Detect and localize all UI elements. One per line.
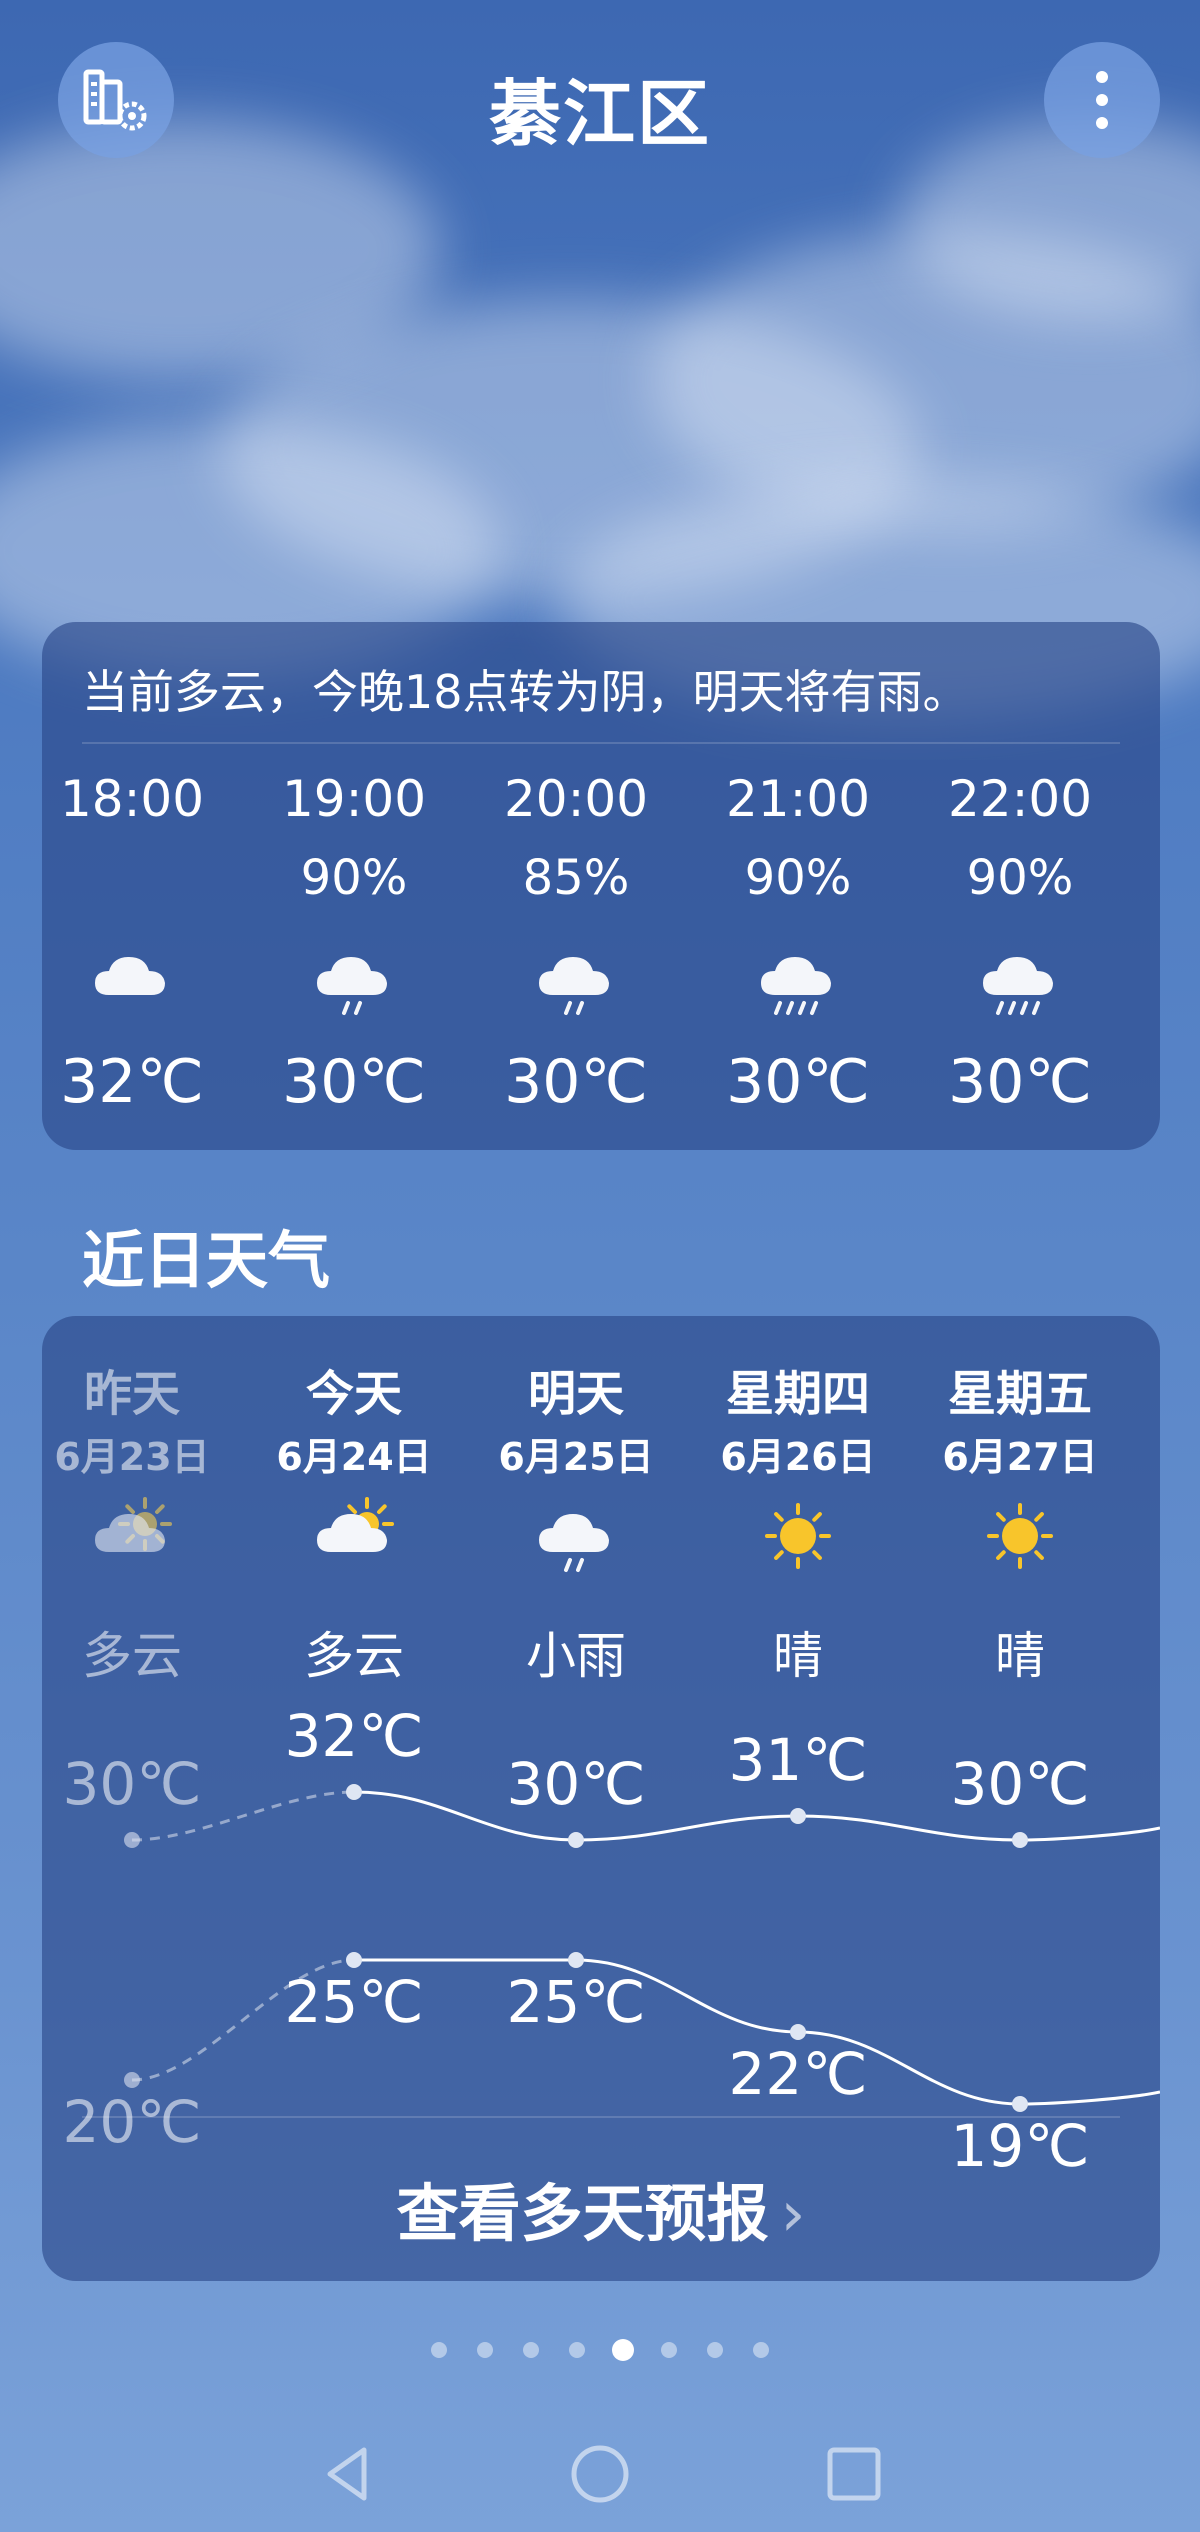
moderate-rain-icon [975,937,1065,1017]
hour-time: 19:00 [281,770,427,828]
rain-probability: 90% [744,850,852,906]
light-rain-icon [531,937,621,1017]
chevron-right-icon: › [780,2177,806,2250]
system-navigation-bar [0,2420,1200,2532]
page-dot[interactable] [431,2342,447,2358]
recents-square-icon[interactable] [822,2442,886,2506]
page-dot[interactable] [569,2342,585,2358]
hourly-forecast-card[interactable]: 当前多云，今晚18点转为阴，明天将有雨。 18:00 32℃ 19:00 90%… [42,622,1160,1150]
rain-probability: 90% [966,850,1074,906]
back-triangle-icon[interactable] [316,2442,380,2506]
divider [82,2116,1120,2118]
view-multi-day-forecast-button[interactable]: 查看多天预报 › [42,2163,1160,2253]
hour-temperature: 30℃ [282,1047,426,1117]
low_val-temp-label: 25℃ [506,1968,646,2036]
more-options-button[interactable] [1044,42,1160,158]
high_val-point [790,1808,806,1824]
high_val-temp-label: 30℃ [950,1750,1090,1818]
view-more-label: 查看多天预报 [396,2177,769,2250]
high_val-point [124,1832,140,1848]
low_val-point [790,2024,806,2040]
hour-time: 20:00 [503,770,649,828]
weather-summary: 当前多云，今晚18点转为阴，明天将有雨。 [82,665,969,719]
low_val-temp-label: 22℃ [728,2040,868,2108]
high_val-point [568,1832,584,1848]
high_val-temp-label: 30℃ [62,1750,202,1818]
high_val-point [1012,1832,1028,1848]
hour-temperature: 30℃ [504,1047,648,1117]
city-title[interactable]: 綦江区 [0,55,1200,160]
moderate-rain-icon [753,937,843,1017]
recent-weather-title: 近日天气 [82,1224,331,1297]
high_val-point [346,1784,362,1800]
page-dot[interactable] [707,2342,723,2358]
page-dot[interactable] [612,2339,634,2361]
page-dot[interactable] [753,2342,769,2358]
more-vertical-icon [1096,71,1108,129]
high_val-temp-label: 32℃ [284,1702,424,1770]
low_val-point [346,1952,362,1968]
hour-time: 18:00 [59,770,205,828]
low_val-point [124,2072,140,2088]
high_val-temp-label: 31℃ [728,1726,868,1794]
hour-temperature: 32℃ [60,1047,204,1117]
rain-probability: 85% [522,850,630,906]
hour-time: 21:00 [725,770,871,828]
page-dot[interactable] [661,2342,677,2358]
low_val-point [568,1952,584,1968]
city-page-indicator [0,2339,1200,2372]
rain-probability: 90% [300,850,408,906]
header: 綦江区 [0,0,1200,210]
cloudy-icon [87,937,177,1017]
low_val-temp-label: 20℃ [62,2088,202,2156]
daily-forecast-card: 昨天 6月23日 多云 今天 6月24日 多云 明天 6月25日 小雨 星期四 … [42,1316,1160,2281]
low_val-temp-label: 25℃ [284,1968,424,2036]
high_val-temp-label: 30℃ [506,1750,646,1818]
home-circle-icon[interactable] [568,2442,632,2506]
page-dot[interactable] [523,2342,539,2358]
low_val-point [1012,2096,1028,2112]
hour-time: 22:00 [947,770,1093,828]
hour-temperature: 30℃ [948,1047,1092,1117]
light-rain-icon [309,937,399,1017]
page-dot[interactable] [477,2342,493,2358]
divider [82,742,1120,744]
hour-temperature: 30℃ [726,1047,870,1117]
